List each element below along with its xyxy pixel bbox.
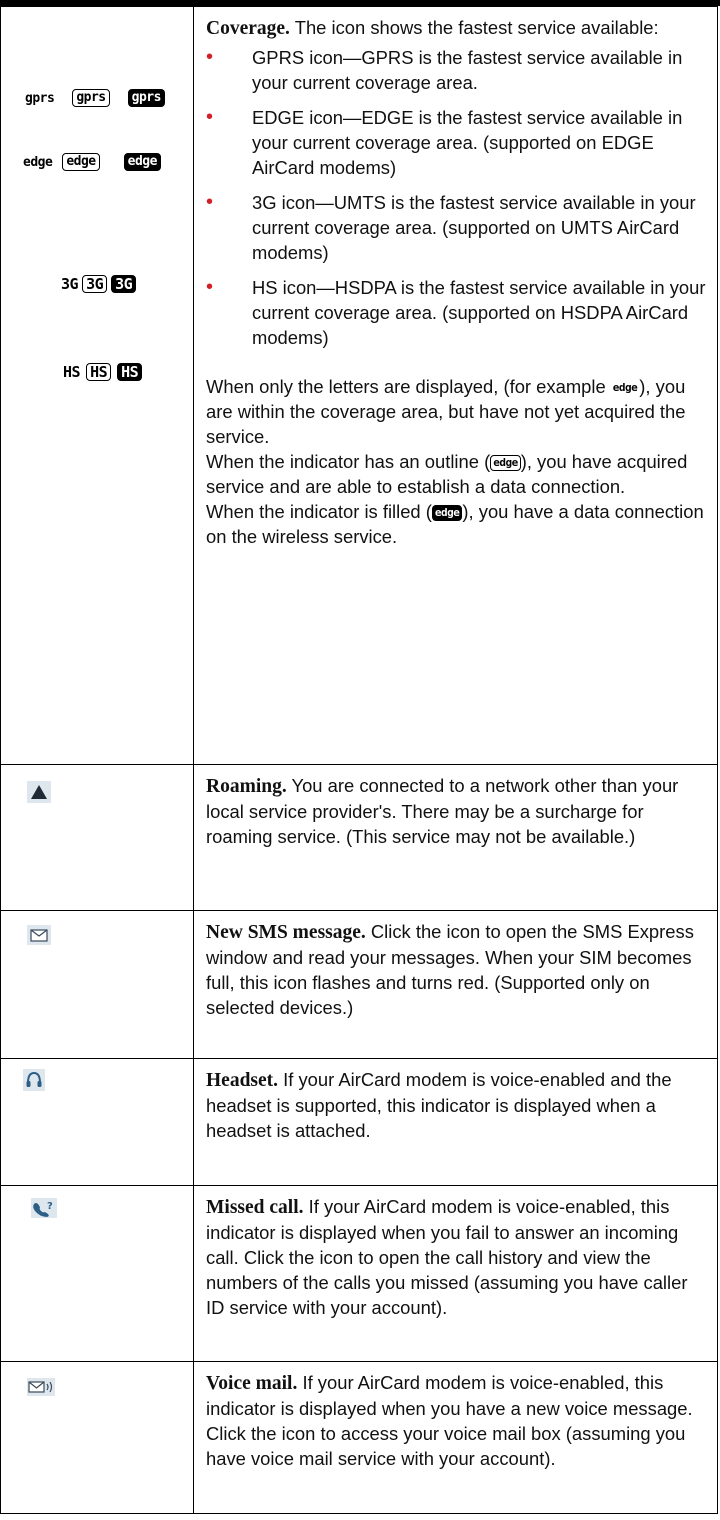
voice-mail-icon <box>27 1378 55 1396</box>
missed-call-text-cell: Missed call. If your AirCard modem is vo… <box>193 1185 718 1362</box>
roaming-icon-cell <box>0 764 194 911</box>
svg-text:?: ? <box>47 1201 53 1212</box>
edge-plain-icon: edge <box>23 154 53 170</box>
headset-heading: Headset. <box>206 1070 279 1091</box>
roaming-text-cell: Roaming. You are connected to a network … <box>193 764 718 911</box>
sms-heading: New SMS message. <box>206 922 366 943</box>
bullet-gprs: GPRS icon—GPRS is the fastest service av… <box>206 45 707 95</box>
para-outline-a: When the indicator has an outline ( <box>206 451 491 472</box>
coverage-para-outline: When the indicator has an outline (edge)… <box>206 449 707 499</box>
3g-outline-icon: 3G <box>82 275 108 293</box>
gprs-filled-icon: gprs <box>127 89 165 107</box>
headset-icon <box>23 1069 45 1091</box>
headset-description: Headset. If your AirCard modem is voice-… <box>206 1067 707 1143</box>
hs-plain-icon: HS <box>63 363 81 381</box>
sms-text-cell: New SMS message. Click the icon to open … <box>193 910 718 1059</box>
voice-mail-description: Voice mail. If your AirCard modem is voi… <box>206 1370 707 1471</box>
roaming-triangle-icon <box>27 781 51 803</box>
edge-plain-inline-icon: edge <box>612 381 638 395</box>
para-letters-a: When only the letters are displayed, (fo… <box>206 376 611 397</box>
status-icons-table: gprs gprs gprs edge edge edge 3G 3G 3G H… <box>0 6 718 1514</box>
edge-filled-inline-icon: edge <box>431 505 463 522</box>
coverage-intro: Coverage. The icon shows the fastest ser… <box>206 15 707 41</box>
edge-outline-inline-icon: edge <box>490 455 521 472</box>
headset-text-cell: Headset. If your AirCard modem is voice-… <box>193 1058 718 1186</box>
sms-row: New SMS message. Click the icon to open … <box>0 910 718 1059</box>
sms-description: New SMS message. Click the icon to open … <box>206 919 707 1020</box>
missed-call-row: ? Missed call. If your AirCard modem is … <box>0 1185 718 1362</box>
missed-call-heading: Missed call. <box>206 1197 304 1218</box>
coverage-icons-cell: gprs gprs gprs edge edge edge 3G 3G 3G H… <box>0 6 194 765</box>
3g-filled-icon: 3G <box>111 275 137 293</box>
edge-outline-icon: edge <box>62 153 100 171</box>
hs-outline-icon: HS <box>86 363 112 381</box>
3g-icon-set: 3G 3G 3G <box>61 275 137 293</box>
coverage-intro-text: The icon shows the fastest service avail… <box>289 17 659 38</box>
hs-filled-icon: HS <box>117 363 143 381</box>
roaming-heading: Roaming. <box>206 776 287 797</box>
envelope-icon <box>27 925 51 945</box>
coverage-text-cell: Coverage. The icon shows the fastest ser… <box>193 6 718 765</box>
bullet-edge: EDGE icon—EDGE is the fastest service av… <box>206 105 707 180</box>
coverage-bullet-list: GPRS icon—GPRS is the fastest service av… <box>206 45 707 350</box>
coverage-para-filled: When the indicator is filled (edge), you… <box>206 499 707 549</box>
missed-call-icon-cell: ? <box>0 1185 194 1362</box>
gprs-outline-icon: gprs <box>72 89 110 107</box>
edge-icon-set: edge edge edge <box>23 153 161 171</box>
voice-mail-text-cell: Voice mail. If your AirCard modem is voi… <box>193 1361 718 1514</box>
sms-icon-cell <box>0 910 194 1059</box>
voice-mail-icon-cell <box>0 1361 194 1514</box>
bullet-3g: 3G icon—UMTS is the fastest service avai… <box>206 190 707 265</box>
roaming-row: Roaming. You are connected to a network … <box>0 764 718 911</box>
coverage-para-letters: When only the letters are displayed, (fo… <box>206 374 707 449</box>
voice-mail-heading: Voice mail. <box>206 1373 298 1394</box>
gprs-plain-icon: gprs <box>25 90 55 106</box>
roaming-description: Roaming. You are connected to a network … <box>206 773 707 849</box>
coverage-heading: Coverage. <box>206 18 290 39</box>
missed-call-description: Missed call. If your AirCard modem is vo… <box>206 1194 707 1320</box>
hs-icon-set: HS HS HS <box>63 363 143 381</box>
bullet-hs: HS icon—HSDPA is the fastest service ava… <box>206 275 707 350</box>
gprs-icon-set: gprs gprs gprs <box>25 89 165 107</box>
missed-call-icon: ? <box>31 1198 57 1218</box>
headset-icon-cell <box>0 1058 194 1186</box>
para-filled-a: When the indicator is filled ( <box>206 501 432 522</box>
coverage-row: gprs gprs gprs edge edge edge 3G 3G 3G H… <box>0 6 718 765</box>
edge-filled-icon: edge <box>123 153 161 171</box>
3g-plain-icon: 3G <box>61 275 79 293</box>
headset-row: Headset. If your AirCard modem is voice-… <box>0 1058 718 1186</box>
voice-mail-row: Voice mail. If your AirCard modem is voi… <box>0 1361 718 1514</box>
